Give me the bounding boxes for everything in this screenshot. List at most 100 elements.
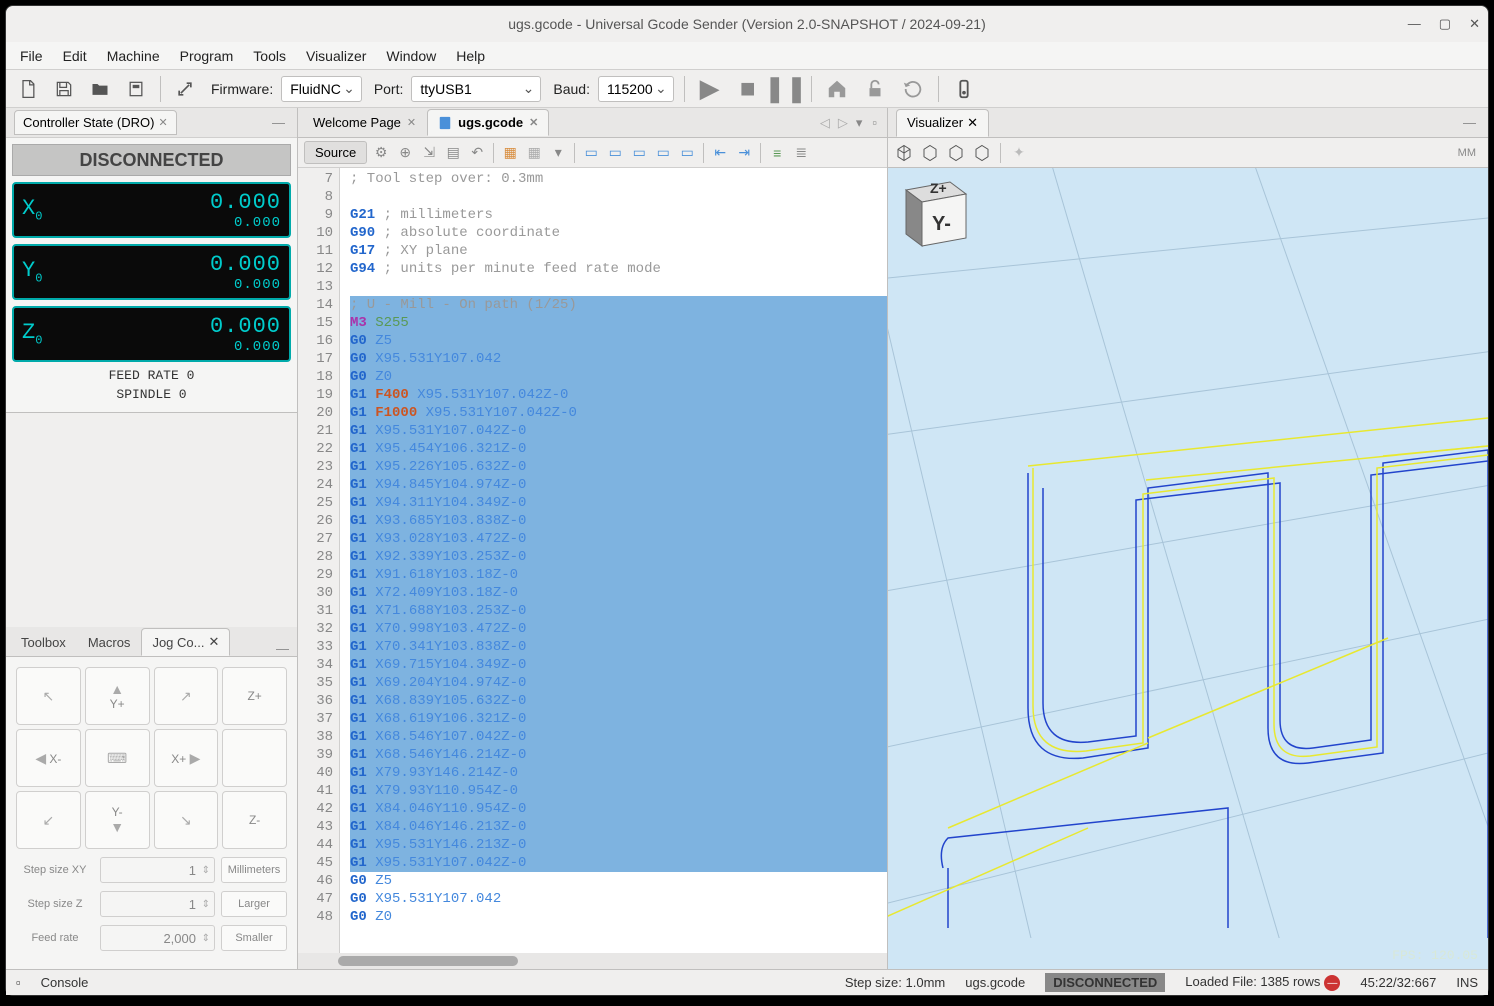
mirror-icon[interactable]: ▦ — [524, 143, 544, 163]
code-line[interactable]: G94 ; units per minute feed rate mode — [350, 260, 887, 278]
close-icon[interactable]: ✕ — [407, 116, 416, 129]
rotate-left-icon[interactable]: ↶ — [467, 143, 487, 163]
units-button[interactable]: Millimeters — [221, 857, 287, 883]
code-line[interactable]: G1 X93.685Y103.838Z-0 — [350, 512, 887, 530]
dro-row-z[interactable]: Z0 0.0000.000 — [12, 306, 291, 362]
code-line[interactable]: G1 X95.531Y107.042Z-0 — [350, 854, 887, 872]
code-line[interactable]: G1 X95.454Y106.321Z-0 — [350, 440, 887, 458]
translate-icon[interactable]: ▦ — [500, 143, 520, 163]
code-line[interactable] — [350, 188, 887, 206]
view-iso-icon[interactable] — [894, 143, 914, 163]
outline-icon[interactable]: ▤ — [443, 143, 463, 163]
smaller-button[interactable]: Smaller — [221, 925, 287, 951]
jog-diag-5[interactable]: ⌨ — [85, 729, 150, 787]
larger-button[interactable]: Larger — [221, 891, 287, 917]
tab-scroll-right-icon[interactable]: ▷ — [834, 115, 852, 131]
code-line[interactable]: G1 X95.531Y146.213Z-0 — [350, 836, 887, 854]
code-line[interactable]: G1 X70.341Y103.838Z-0 — [350, 638, 887, 656]
baud-select[interactable]: 115200 — [598, 76, 674, 102]
sort-icon[interactable]: ≣ — [791, 143, 811, 163]
console-label[interactable]: Console — [41, 975, 89, 990]
code-line[interactable]: G1 X68.619Y106.321Z-0 — [350, 710, 887, 728]
gear-icon[interactable]: ⚙ — [371, 143, 391, 163]
code-line[interactable]: ; Tool step over: 0.3mm — [350, 170, 887, 188]
code-line[interactable]: G0 X95.531Y107.042 — [350, 890, 887, 908]
jog-y-minus[interactable]: Y-▼ — [85, 791, 150, 849]
reset-view-icon[interactable]: ✦ — [1009, 143, 1029, 163]
menu-file[interactable]: File — [20, 48, 43, 64]
code-line[interactable]: G1 X95.226Y105.632Z-0 — [350, 458, 887, 476]
play-icon[interactable]: ▶ — [695, 74, 725, 104]
code-line[interactable]: G1 X68.839Y105.632Z-0 — [350, 692, 887, 710]
source-button[interactable]: Source — [304, 141, 367, 164]
indent-right-icon[interactable]: ⇥ — [734, 143, 754, 163]
code-line[interactable]: G1 X79.93Y146.214Z-0 — [350, 764, 887, 782]
code-line[interactable]: M3 S255 — [350, 314, 887, 332]
dro-row-y[interactable]: Y0 0.0000.000 — [12, 244, 291, 300]
minimize-icon[interactable]: — — [1459, 115, 1480, 130]
orientation-cube[interactable]: Z+ Y- — [888, 168, 978, 258]
step-xy-input[interactable]: 1 — [100, 857, 215, 883]
minimize-icon[interactable]: — — [272, 641, 293, 656]
minimize-icon[interactable]: — — [1408, 16, 1421, 32]
code-line[interactable]: G1 X70.998Y103.472Z-0 — [350, 620, 887, 638]
scale-icon[interactable]: ▭ — [629, 143, 649, 163]
code-line[interactable]: G1 X79.93Y110.954Z-0 — [350, 782, 887, 800]
code-line[interactable]: G0 Z0 — [350, 908, 887, 926]
jog-diag-2[interactable]: ↗ — [154, 667, 219, 725]
code-line[interactable]: G1 F400 X95.531Y107.042Z-0 — [350, 386, 887, 404]
jog-diag-8[interactable]: ↙ — [16, 791, 81, 849]
center-icon[interactable]: ▭ — [677, 143, 697, 163]
menu-visualizer[interactable]: Visualizer — [306, 48, 366, 64]
code-line[interactable]: ; U - Mill - On path (1/25) — [350, 296, 887, 314]
unlock-icon[interactable] — [860, 74, 890, 104]
toolbox-tab-0[interactable]: Toolbox — [10, 629, 77, 656]
open-folder-icon[interactable] — [86, 75, 114, 103]
maximize-icon[interactable]: ▢ — [1439, 16, 1451, 32]
move-icon[interactable]: ▭ — [581, 143, 601, 163]
pause-icon[interactable]: ❚❚ — [771, 74, 801, 104]
menu-program[interactable]: Program — [180, 48, 234, 64]
firmware-select[interactable]: FluidNC — [281, 76, 362, 102]
save-as-icon[interactable] — [122, 75, 150, 103]
menu-edit[interactable]: Edit — [63, 48, 87, 64]
jog-diag-10[interactable]: ↘ — [154, 791, 219, 849]
indent-left-icon[interactable]: ⇤ — [710, 143, 730, 163]
dro-tab[interactable]: Controller State (DRO)✕ — [14, 110, 177, 135]
code-editor[interactable]: 7891011121314151617181920212223242526272… — [298, 168, 887, 953]
close-icon[interactable]: ✕ — [529, 116, 538, 129]
code-line[interactable] — [350, 278, 887, 296]
code-line[interactable]: G1 X93.028Y103.472Z-0 — [350, 530, 887, 548]
view-front-icon[interactable] — [920, 143, 940, 163]
close-icon[interactable]: ✕ — [967, 115, 978, 131]
menu-machine[interactable]: Machine — [107, 48, 160, 64]
visualizer-tab[interactable]: Visualizer✕ — [896, 109, 989, 137]
jog-diag-7[interactable] — [222, 729, 287, 787]
code-line[interactable]: G1 X72.409Y103.18Z-0 — [350, 584, 887, 602]
visualizer-canvas[interactable]: Z+ Y- FPS: 120.05 — [888, 168, 1488, 969]
step-z-input[interactable]: 1 — [100, 891, 215, 917]
code-line[interactable]: G21 ; millimeters — [350, 206, 887, 224]
follow-icon[interactable]: ⇲ — [419, 143, 439, 163]
code-line[interactable]: G1 X68.546Y107.042Z-0 — [350, 728, 887, 746]
flip-icon[interactable]: ▭ — [653, 143, 673, 163]
close-icon[interactable]: ✕ — [208, 634, 219, 650]
code-line[interactable]: G1 X71.688Y103.253Z-0 — [350, 602, 887, 620]
code-line[interactable]: G1 X68.546Y146.214Z-0 — [350, 746, 887, 764]
jog-z-minusplus[interactable]: Z+ — [222, 667, 287, 725]
tab-scroll-left-icon[interactable]: ◁ — [816, 115, 834, 131]
toolbox-tab-1[interactable]: Macros — [77, 629, 142, 656]
reset-icon[interactable] — [898, 74, 928, 104]
new-file-icon[interactable] — [14, 75, 42, 103]
maximize-icon[interactable]: ▫ — [866, 115, 883, 130]
code-line[interactable]: G17 ; XY plane — [350, 242, 887, 260]
port-select[interactable]: ttyUSB1 — [411, 76, 541, 102]
jog-diag-0[interactable]: ↖ — [16, 667, 81, 725]
jog-y-minusplus[interactable]: ▲Y+ — [85, 667, 150, 725]
jog-x-minusplus[interactable]: X+ ▶ — [154, 729, 219, 787]
close-icon[interactable]: ✕ — [158, 116, 167, 129]
menu-help[interactable]: Help — [456, 48, 485, 64]
target-icon[interactable]: ⊕ — [395, 143, 415, 163]
code-line[interactable]: G0 Z0 — [350, 368, 887, 386]
pendant-icon[interactable] — [949, 74, 979, 104]
